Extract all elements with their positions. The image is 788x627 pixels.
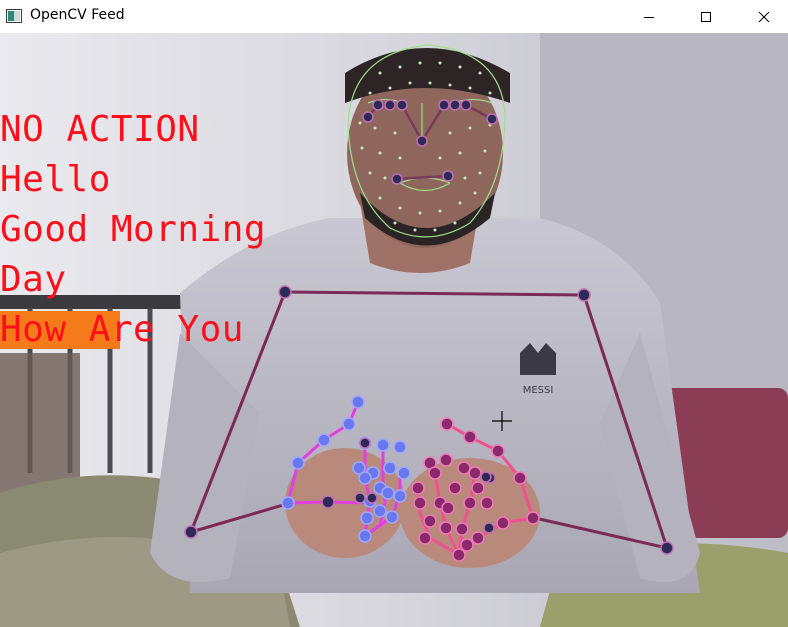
title-bar[interactable]: OpenCV Feed — [0, 0, 788, 33]
minimize-icon — [644, 16, 654, 18]
opencv-window: OpenCV Feed MESSI NO ACTION Hello Good M… — [0, 0, 788, 627]
crosshair-cursor-icon — [492, 411, 512, 431]
close-icon — [758, 11, 770, 22]
face-keypoints — [367, 103, 493, 181]
window-title: OpenCV Feed — [30, 7, 125, 23]
maximize-button[interactable] — [677, 0, 735, 33]
camera-feed[interactable]: MESSI NO ACTION Hello Good Morning Day H… — [0, 33, 788, 627]
minimize-button[interactable] — [620, 0, 678, 33]
face-keypoint-dots — [362, 99, 498, 185]
action-label-day: Day — [0, 259, 67, 300]
app-icon — [6, 9, 22, 23]
left-hand-joints — [281, 395, 411, 543]
action-label-how-are-you: How Are You — [0, 309, 244, 350]
pose-skeleton — [189, 290, 669, 550]
action-label-good-morning: Good Morning — [0, 209, 267, 250]
action-label-no-action: NO ACTION — [0, 109, 200, 150]
close-button[interactable] — [735, 0, 788, 33]
action-label-hello: Hello — [0, 159, 111, 200]
right-hand-joints — [411, 417, 540, 562]
face-mesh-points — [358, 61, 492, 232]
maximize-icon — [701, 11, 711, 22]
